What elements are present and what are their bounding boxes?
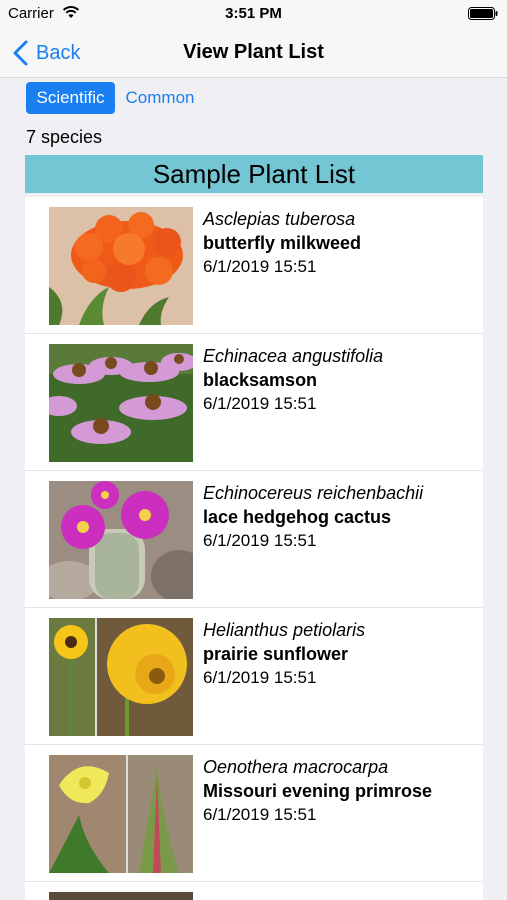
common-name: Missouri evening primrose <box>203 781 433 801</box>
plant-list-screen: Carrier 3:51 PM Back View Plant List Sci… <box>0 0 507 900</box>
list-item[interactable]: Asclepias tuberosa butterfly milkweed 6/… <box>25 197 483 334</box>
plant-list[interactable]: Asclepias tuberosa butterfly milkweed 6/… <box>25 197 483 900</box>
species-count: 7 species <box>26 127 103 147</box>
list-item[interactable] <box>25 882 483 900</box>
status-time: 3:51 PM <box>225 5 282 22</box>
common-name: lace hedgehog cactus <box>203 507 392 527</box>
status-bar: Carrier 3:51 PM <box>0 0 507 28</box>
timestamp: 6/1/2019 15:51 <box>203 531 317 550</box>
list-item[interactable]: Echinocereus reichenbachii lace hedgehog… <box>25 471 483 608</box>
common-name: prairie sunflower <box>203 644 349 664</box>
list-item[interactable]: Oenothera macrocarpa Missouri evening pr… <box>25 745 483 882</box>
common-name-toggle[interactable]: Common <box>118 82 202 114</box>
scientific-name: Helianthus petiolaris <box>203 620 366 640</box>
timestamp: 6/1/2019 15:51 <box>203 805 317 824</box>
timestamp: 6/1/2019 15:51 <box>203 257 317 276</box>
list-item[interactable]: Echinacea angustifolia blacksamson 6/1/2… <box>25 334 483 471</box>
list-item[interactable]: Helianthus petiolaris prairie sunflower … <box>25 608 483 745</box>
orange-flower-photo <box>49 207 193 325</box>
timestamp: 6/1/2019 15:51 <box>203 668 317 687</box>
battery-icon <box>468 7 498 20</box>
scientific-name: Oenothera macrocarpa <box>203 757 389 777</box>
plant-photo <box>49 892 193 900</box>
scientific-name: Echinacea angustifolia <box>203 346 384 366</box>
scientific-name-toggle[interactable]: Scientific <box>26 82 115 114</box>
scientific-name: Asclepias tuberosa <box>203 209 356 229</box>
scientific-name: Echinocereus reichenbachii <box>203 483 424 503</box>
common-name: butterfly milkweed <box>203 233 362 253</box>
navigation-bar: Back View Plant List <box>0 28 507 78</box>
purple-coneflower-photo <box>49 344 193 462</box>
page-title: View Plant List <box>183 41 324 63</box>
timestamp: 6/1/2019 15:51 <box>203 394 317 413</box>
list-title: Sample Plant List <box>25 155 483 193</box>
sunflower-photo <box>49 618 193 736</box>
common-name: blacksamson <box>203 370 318 390</box>
primrose-photo <box>49 755 193 873</box>
cactus-bloom-photo <box>49 481 193 599</box>
